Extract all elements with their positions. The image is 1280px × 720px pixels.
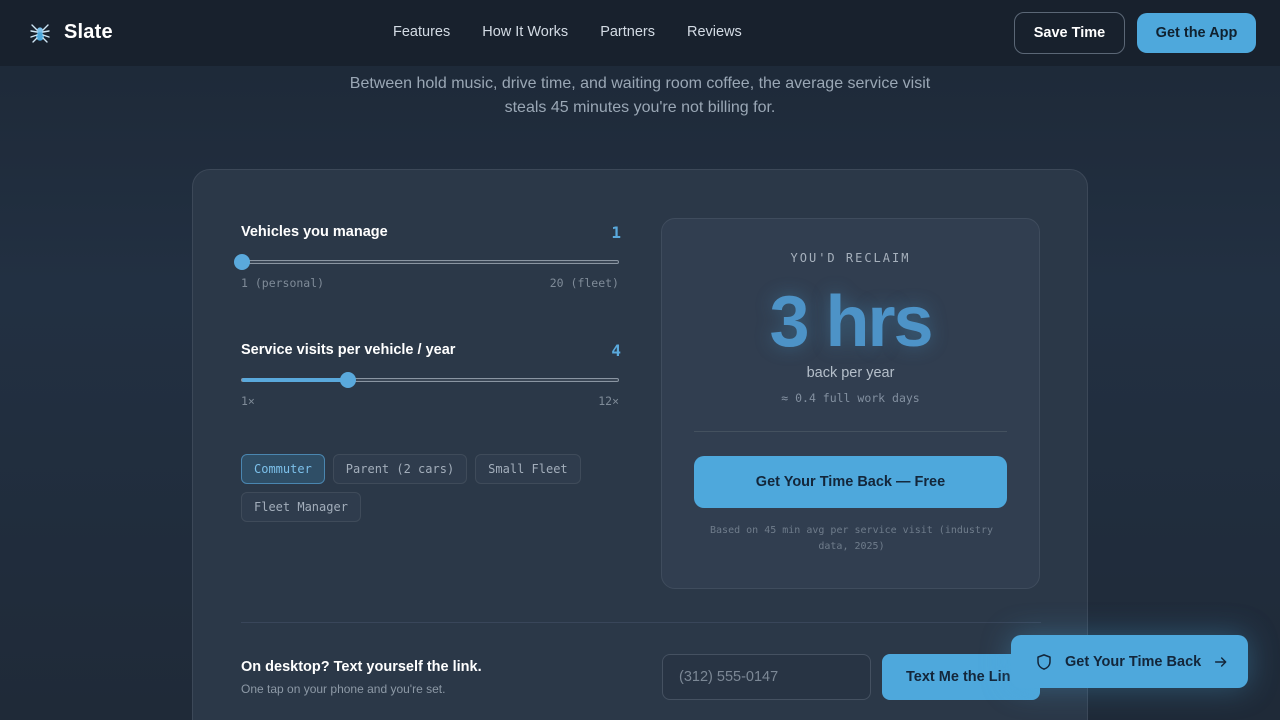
save-time-button[interactable]: Save Time — [1014, 12, 1125, 54]
nav-link-reviews[interactable]: Reviews — [687, 24, 742, 40]
vehicles-max-label: 20 (fleet) — [549, 276, 619, 290]
brand[interactable]: Slate — [28, 20, 113, 44]
visits-slider-group: Service visits per vehicle / year 4 1× 1… — [241, 338, 621, 408]
vehicles-value: 1 — [611, 222, 621, 242]
visits-max-label: 12× — [598, 394, 619, 408]
floating-get-time-back-button[interactable]: Get Your Time Back — [1011, 635, 1248, 688]
visits-range-labels: 1× 12× — [241, 394, 619, 408]
result-work-days: ≈ 0.4 full work days — [781, 391, 920, 405]
vehicles-slider[interactable] — [234, 254, 619, 270]
result-kicker: YOU'D RECLAIM — [790, 251, 911, 265]
vehicles-min-label: 1 (personal) — [241, 276, 325, 290]
vehicles-slider-thumb[interactable] — [234, 254, 250, 270]
arrow-right-icon — [1215, 656, 1227, 667]
result-panel: YOU'D RECLAIM 3 hrs back per year ≈ 0.4 … — [661, 218, 1040, 589]
get-app-button[interactable]: Get the App — [1137, 13, 1256, 53]
phone-number-input[interactable] — [662, 654, 871, 700]
spider-logo-icon — [30, 24, 50, 43]
desktop-send-subtitle: One tap on your phone and you're set. — [241, 682, 446, 696]
get-time-back-free-button[interactable]: Get Your Time Back — Free — [694, 456, 1007, 508]
card-divider — [241, 622, 1041, 623]
vehicles-slider-group: Vehicles you manage 1 1 (personal) 20 (f… — [234, 220, 621, 290]
time-calculator-card: Vehicles you manage 1 1 (personal) 20 (f… — [192, 169, 1088, 720]
visits-slider[interactable] — [241, 372, 619, 388]
brand-name: Slate — [64, 20, 113, 43]
visits-min-label: 1× — [241, 394, 255, 408]
preset-chips: Commuter Parent (2 cars) Small Fleet Fle… — [241, 454, 621, 522]
hero-subtitle: Between hold music, drive time, and wait… — [349, 75, 931, 116]
nav-link-features[interactable]: Features — [393, 24, 450, 40]
preset-small-fleet[interactable]: Small Fleet — [475, 454, 581, 484]
visits-value: 4 — [611, 340, 621, 360]
preset-fleet-manager[interactable]: Fleet Manager — [241, 492, 361, 522]
preset-parent[interactable]: Parent (2 cars) — [332, 454, 468, 484]
result-divider — [694, 431, 1007, 432]
result-hours: 3 hrs — [769, 282, 933, 362]
result-subtitle: back per year — [806, 365, 895, 381]
result-footnote: Based on 45 min avg per service visit (i… — [710, 525, 993, 552]
vehicles-range-labels: 1 (personal) 20 (fleet) — [241, 276, 619, 290]
vehicles-label: Vehicles you manage — [241, 224, 388, 240]
preset-commuter[interactable]: Commuter — [241, 454, 325, 484]
top-nav: Slate Features How It Works Partners Rev… — [0, 0, 1280, 66]
desktop-send-title: On desktop? Text yourself the link. — [241, 659, 482, 675]
visits-slider-thumb[interactable] — [339, 372, 356, 388]
nav-links: Features How It Works Partners Reviews — [393, 24, 742, 40]
visits-label: Service visits per vehicle / year — [241, 342, 456, 358]
nav-link-how-it-works[interactable]: How It Works — [482, 24, 568, 40]
shield-icon — [1037, 653, 1051, 670]
nav-link-partners[interactable]: Partners — [600, 24, 655, 40]
floating-cta-label: Get Your Time Back — [1065, 653, 1202, 670]
visits-slider-fill — [242, 378, 348, 382]
